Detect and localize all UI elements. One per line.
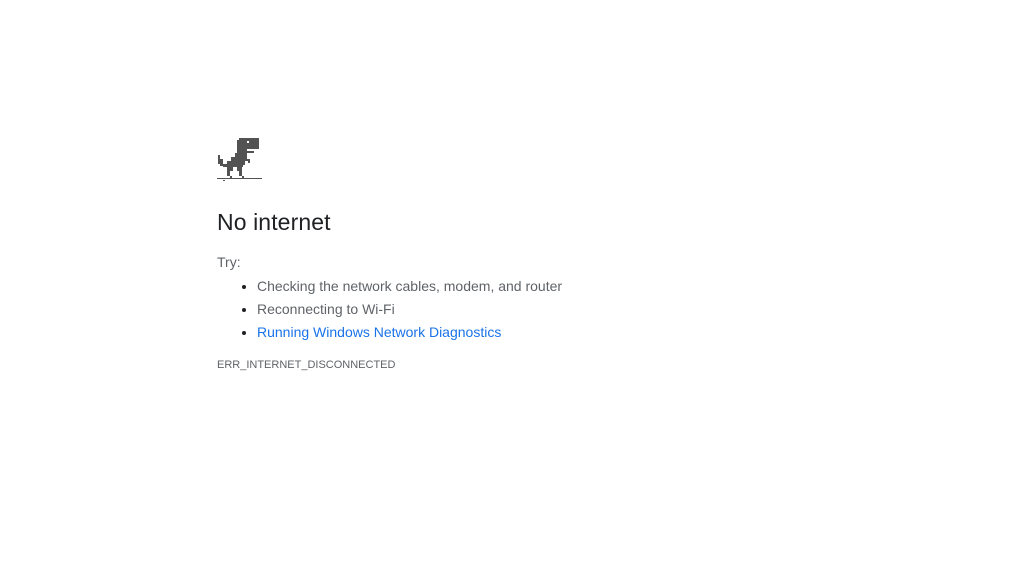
try-label: Try: bbox=[217, 254, 241, 270]
page-title: No internet bbox=[217, 209, 331, 235]
dino-icon bbox=[217, 138, 262, 181]
error-page: No internet Try: Checking the network ca… bbox=[0, 0, 1034, 575]
suggestion-reconnect-wifi: Reconnecting to Wi-Fi bbox=[257, 300, 817, 318]
main-content: No internet Try: Checking the network ca… bbox=[217, 137, 817, 372]
suggestion-diagnostics: Running Windows Network Diagnostics bbox=[257, 323, 817, 341]
suggestion-check-cables: Checking the network cables, modem, and … bbox=[257, 277, 817, 295]
error-code: ERR_INTERNET_DISCONNECTED bbox=[217, 359, 396, 371]
suggestions-list: Checking the network cables, modem, and … bbox=[217, 277, 817, 341]
network-diagnostics-link[interactable]: Running Windows Network Diagnostics bbox=[257, 324, 501, 340]
